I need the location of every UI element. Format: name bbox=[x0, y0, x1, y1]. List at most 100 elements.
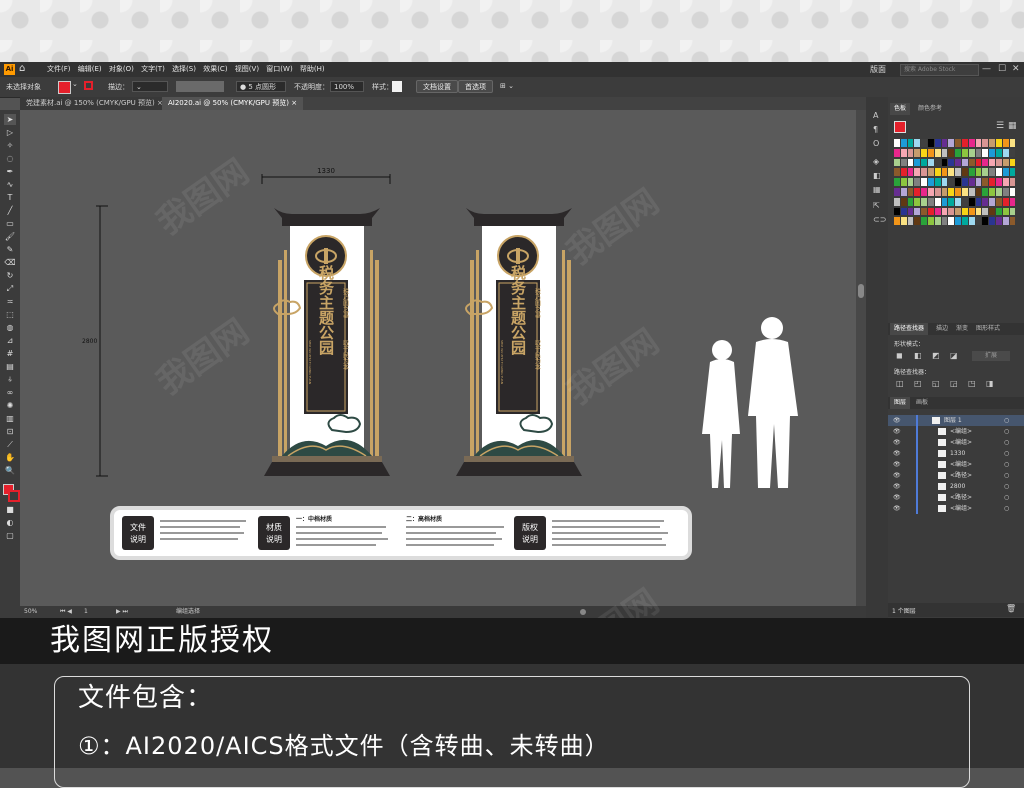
color-swatch[interactable] bbox=[1009, 217, 1016, 226]
color-swatch[interactable] bbox=[989, 168, 995, 177]
color-swatch[interactable] bbox=[975, 168, 982, 177]
paintbrush-icon[interactable]: 🖌 bbox=[4, 231, 16, 242]
color-swatch[interactable] bbox=[941, 148, 948, 157]
color-swatch[interactable] bbox=[948, 158, 955, 167]
visibility-eye-icon[interactable]: 👁 bbox=[893, 415, 901, 426]
color-swatch[interactable] bbox=[1009, 197, 1016, 206]
symbol-sprayer-icon[interactable]: ✺ bbox=[4, 400, 16, 411]
color-swatch[interactable] bbox=[968, 158, 975, 167]
color-swatch[interactable] bbox=[982, 139, 989, 147]
graphic-style-swatch[interactable] bbox=[392, 81, 402, 92]
rectangle-tool-icon[interactable]: ▭ bbox=[4, 218, 16, 229]
color-swatch[interactable] bbox=[982, 168, 989, 177]
color-swatch[interactable] bbox=[907, 178, 914, 186]
color-swatch[interactable] bbox=[989, 197, 995, 206]
color-swatch[interactable] bbox=[989, 139, 995, 147]
target-circle-icon[interactable]: ○ bbox=[1004, 448, 1009, 459]
color-swatch[interactable] bbox=[996, 139, 1002, 147]
visibility-eye-icon[interactable]: 👁 bbox=[893, 459, 901, 470]
color-swatch[interactable] bbox=[996, 178, 1002, 186]
color-swatch[interactable] bbox=[968, 178, 975, 186]
delete-layer-icon[interactable]: 🗑 bbox=[1006, 604, 1016, 613]
pen-tool-icon[interactable]: ✒ bbox=[4, 166, 16, 177]
color-swatch[interactable] bbox=[907, 148, 914, 157]
color-swatch[interactable] bbox=[921, 217, 927, 226]
color-swatch[interactable] bbox=[900, 178, 907, 186]
color-swatch[interactable] bbox=[948, 197, 955, 206]
color-swatch[interactable] bbox=[1009, 148, 1016, 157]
color-swatch[interactable] bbox=[941, 197, 948, 206]
color-swatch[interactable] bbox=[989, 178, 995, 186]
color-swatch[interactable] bbox=[921, 168, 927, 177]
draw-mode-icon[interactable]: ◐ bbox=[4, 517, 16, 528]
color-swatch[interactable] bbox=[934, 188, 941, 196]
color-swatch[interactable] bbox=[989, 188, 995, 196]
vertical-scrollbar[interactable] bbox=[856, 110, 866, 606]
tab-gradient[interactable]: 渐变 bbox=[952, 323, 972, 335]
color-swatch[interactable] bbox=[968, 168, 975, 177]
color-swatch[interactable] bbox=[928, 197, 934, 206]
layer-row[interactable]: 👁 <编组> ○ bbox=[888, 426, 1024, 437]
color-swatch[interactable] bbox=[894, 217, 900, 226]
color-swatch[interactable] bbox=[955, 168, 961, 177]
visibility-eye-icon[interactable]: 👁 bbox=[893, 481, 901, 492]
color-swatch[interactable] bbox=[955, 217, 961, 226]
swatch-grid[interactable] bbox=[894, 139, 1018, 233]
color-swatch[interactable] bbox=[996, 148, 1002, 157]
color-swatch[interactable] bbox=[989, 207, 995, 216]
color-swatch[interactable] bbox=[914, 188, 921, 196]
close-icon[interactable]: ✕ bbox=[1012, 62, 1020, 77]
exclude-icon[interactable]: ◪ bbox=[950, 351, 958, 360]
minimize-icon[interactable]: — bbox=[982, 62, 991, 77]
color-swatch[interactable] bbox=[975, 197, 982, 206]
menu-edit[interactable]: 编辑(E) bbox=[78, 65, 102, 73]
color-swatch[interactable] bbox=[975, 148, 982, 157]
artboard-prev-icon[interactable]: ⏮ ◀ bbox=[60, 606, 72, 618]
color-swatch[interactable] bbox=[907, 197, 914, 206]
color-swatch[interactable] bbox=[921, 148, 927, 157]
mesh-tool-icon[interactable]: # bbox=[4, 348, 16, 359]
color-swatch[interactable] bbox=[894, 168, 900, 177]
visibility-eye-icon[interactable]: 👁 bbox=[893, 448, 901, 459]
color-swatch[interactable] bbox=[955, 188, 961, 196]
color-swatch[interactable] bbox=[914, 207, 921, 216]
color-swatch[interactable] bbox=[968, 197, 975, 206]
color-swatch[interactable] bbox=[894, 207, 900, 216]
color-swatch[interactable] bbox=[962, 139, 968, 147]
color-swatch[interactable] bbox=[928, 168, 934, 177]
minus-front-icon[interactable]: ◧ bbox=[914, 351, 922, 360]
tab-artboards[interactable]: 画板 bbox=[912, 397, 932, 409]
visibility-eye-icon[interactable]: 👁 bbox=[893, 503, 901, 514]
color-swatch[interactable] bbox=[921, 197, 927, 206]
menu-file[interactable]: 文件(F) bbox=[47, 65, 71, 73]
screen-mode-icon[interactable]: ▢ bbox=[4, 530, 16, 541]
color-swatch[interactable] bbox=[1002, 197, 1009, 206]
color-swatch[interactable] bbox=[989, 158, 995, 167]
character-panel-icon[interactable]: A bbox=[873, 111, 878, 120]
lasso-icon[interactable]: ◌ bbox=[4, 153, 16, 164]
menu-type[interactable]: 文字(T) bbox=[141, 65, 165, 73]
color-guide-icon[interactable]: ◧ bbox=[873, 171, 881, 180]
color-swatch[interactable] bbox=[941, 139, 948, 147]
color-swatch[interactable] bbox=[989, 217, 995, 226]
layer-row[interactable]: 👁 <路径> ○ bbox=[888, 470, 1024, 481]
color-swatch[interactable] bbox=[968, 148, 975, 157]
color-swatch[interactable] bbox=[975, 158, 982, 167]
workspace-switcher[interactable]: 版面 bbox=[870, 62, 886, 77]
color-swatch[interactable] bbox=[900, 217, 907, 226]
visibility-eye-icon[interactable]: 👁 bbox=[893, 426, 901, 437]
color-swatch[interactable] bbox=[914, 197, 921, 206]
tab-pathfinder[interactable]: 路径查找器 bbox=[890, 323, 929, 335]
menu-object[interactable]: 对象(O) bbox=[109, 65, 134, 73]
color-swatch[interactable] bbox=[934, 168, 941, 177]
home-icon[interactable]: ⌂ bbox=[19, 63, 25, 74]
color-swatch[interactable] bbox=[948, 188, 955, 196]
color-swatch[interactable] bbox=[894, 197, 900, 206]
color-swatch[interactable] bbox=[996, 207, 1002, 216]
color-swatch[interactable] bbox=[962, 168, 968, 177]
opentype-panel-icon[interactable]: O bbox=[873, 139, 879, 148]
layer-row[interactable]: 👁 1330 ○ bbox=[888, 448, 1024, 459]
slice-tool-icon[interactable]: ⟋ bbox=[4, 439, 16, 450]
stroke-weight-input[interactable]: ⌄ bbox=[132, 81, 168, 92]
selection-tool-icon[interactable]: ➤ bbox=[4, 114, 16, 125]
